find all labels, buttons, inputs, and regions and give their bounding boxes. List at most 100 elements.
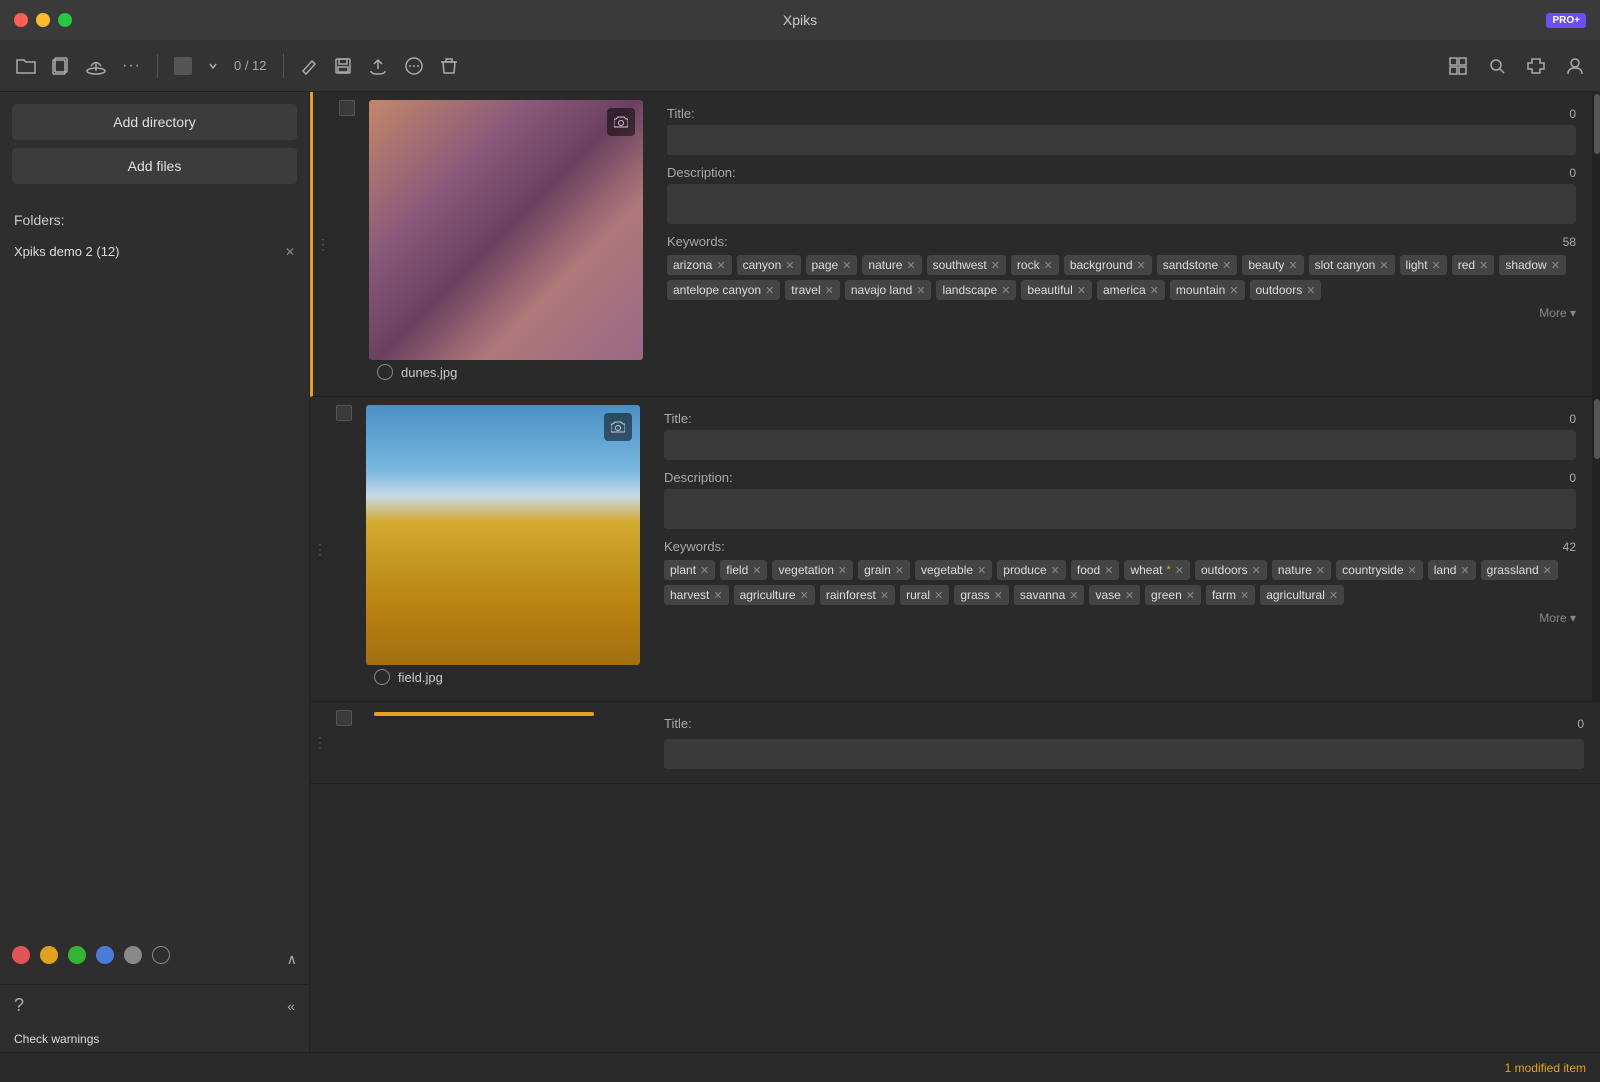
title-input-partial[interactable] [664,739,1584,769]
description-field-dunes: Description: 0 [667,165,1576,224]
delete-icon[interactable] [440,57,458,75]
color-dropdown-icon[interactable] [208,61,218,71]
filter-dot-red[interactable] [12,946,30,964]
remove-keyword-page[interactable]: ✕ [842,259,851,272]
menu-icon[interactable] [404,56,424,76]
row-scrollbar-dunes[interactable] [1592,92,1600,396]
remove-keyword-outdoors2[interactable]: ✕ [1252,564,1261,577]
help-icon[interactable]: ? [14,995,24,1016]
remove-keyword-mountain[interactable]: ✕ [1229,284,1238,297]
title-input-field[interactable] [664,430,1576,460]
camera-icon-field[interactable] [604,413,632,441]
description-input-field[interactable] [664,489,1576,529]
keyword-beauty: beauty ✕ [1242,255,1303,275]
remove-keyword-background[interactable]: ✕ [1137,259,1146,272]
remove-keyword-navajo-land[interactable]: ✕ [916,284,925,297]
add-directory-button[interactable]: Add directory [12,104,297,140]
remove-keyword-produce[interactable]: ✕ [1051,564,1060,577]
remove-keyword-vase[interactable]: ✕ [1125,589,1134,602]
remove-keyword-nature[interactable]: ✕ [906,259,915,272]
filter-dot-gray[interactable] [124,946,142,964]
remove-keyword-harvest[interactable]: ✕ [713,589,722,602]
select-radio-field[interactable] [374,669,390,685]
upload-progress-bar [374,712,594,716]
more-keywords-field[interactable]: More ▾ [664,605,1576,631]
title-input-dunes[interactable] [667,125,1576,155]
remove-keyword-savanna[interactable]: ✕ [1069,589,1078,602]
collapse-sidebar-icon[interactable]: « [287,998,295,1014]
row-scrollbar-field[interactable] [1592,397,1600,701]
keyword-shadow: shadow ✕ [1499,255,1566,275]
collapse-button[interactable]: ∧ [287,951,297,968]
edit-icon[interactable] [300,57,318,75]
hat-icon[interactable] [86,57,106,75]
filter-dot-white[interactable] [152,946,170,964]
remove-keyword-landscape[interactable]: ✕ [1001,284,1010,297]
maximize-button[interactable] [58,13,72,27]
remove-keyword-agricultural[interactable]: ✕ [1329,589,1338,602]
remove-keyword-wheat[interactable]: ✕ [1175,564,1184,577]
camera-icon-dunes[interactable] [607,108,635,136]
close-button[interactable] [14,13,28,27]
more-icon[interactable]: ··· [122,57,141,75]
keyword-countryside: countryside ✕ [1336,560,1423,580]
remove-keyword-grass[interactable]: ✕ [994,589,1003,602]
remove-keyword-field[interactable]: ✕ [752,564,761,577]
search-icon[interactable] [1488,57,1506,75]
upload-icon[interactable] [368,57,388,75]
color-selector[interactable] [174,57,192,75]
remove-keyword-green[interactable]: ✕ [1186,589,1195,602]
remove-keyword-shadow[interactable]: ✕ [1551,259,1560,272]
remove-keyword-vegetation[interactable]: ✕ [838,564,847,577]
remove-keyword-america[interactable]: ✕ [1150,284,1159,297]
remove-keyword-rock[interactable]: ✕ [1044,259,1053,272]
add-files-button[interactable]: Add files [12,148,297,184]
remove-keyword-agriculture[interactable]: ✕ [800,589,809,602]
remove-keyword-countryside[interactable]: ✕ [1408,564,1417,577]
select-radio-dunes[interactable] [377,364,393,380]
remove-keyword-outdoors[interactable]: ✕ [1306,284,1315,297]
remove-keyword-travel[interactable]: ✕ [825,284,834,297]
drag-handle-partial[interactable]: ⋮ [310,702,330,783]
remove-keyword-nature2[interactable]: ✕ [1316,564,1325,577]
remove-keyword-beauty[interactable]: ✕ [1288,259,1297,272]
remove-keyword-southwest[interactable]: ✕ [991,259,1000,272]
remove-keyword-rural[interactable]: ✕ [934,589,943,602]
remove-keyword-arizona[interactable]: ✕ [716,259,725,272]
remove-keyword-grain[interactable]: ✕ [895,564,904,577]
open-folder-icon[interactable] [16,57,36,75]
plugins-icon[interactable] [1526,57,1546,75]
keyword-savanna: savanna ✕ [1014,585,1085,605]
user-icon[interactable] [1566,57,1584,75]
folder-close-icon[interactable]: ✕ [285,245,295,259]
remove-keyword-grassland[interactable]: ✕ [1543,564,1552,577]
remove-keyword-red[interactable]: ✕ [1479,259,1488,272]
folder-item-demo[interactable]: Xpiks demo 2 (12) ✕ [0,236,309,267]
select-checkbox-field[interactable] [336,405,352,421]
remove-keyword-vegetable[interactable]: ✕ [977,564,986,577]
grid-icon[interactable] [1448,56,1468,76]
duplicate-icon[interactable] [52,57,70,75]
remove-keyword-farm[interactable]: ✕ [1240,589,1249,602]
remove-keyword-food[interactable]: ✕ [1104,564,1113,577]
remove-keyword-light[interactable]: ✕ [1432,259,1441,272]
remove-keyword-sandstone[interactable]: ✕ [1222,259,1231,272]
description-input-dunes[interactable] [667,184,1576,224]
drag-handle-field[interactable]: ⋮ [310,397,330,701]
select-checkbox-partial[interactable] [336,710,352,726]
filter-dot-green[interactable] [68,946,86,964]
remove-keyword-slot-canyon[interactable]: ✕ [1379,259,1388,272]
remove-keyword-antelope-canyon[interactable]: ✕ [765,284,774,297]
more-keywords-dunes[interactable]: More ▾ [667,300,1576,326]
filter-dot-yellow[interactable] [40,946,58,964]
remove-keyword-rainforest[interactable]: ✕ [880,589,889,602]
drag-handle-dunes[interactable]: ⋮ [313,92,333,396]
minimize-button[interactable] [36,13,50,27]
remove-keyword-land[interactable]: ✕ [1460,564,1469,577]
remove-keyword-canyon[interactable]: ✕ [785,259,794,272]
filter-dot-blue[interactable] [96,946,114,964]
remove-keyword-plant[interactable]: ✕ [700,564,709,577]
remove-keyword-beautiful[interactable]: ✕ [1077,284,1086,297]
select-checkbox-dunes[interactable] [339,100,355,116]
save-icon[interactable] [334,57,352,75]
